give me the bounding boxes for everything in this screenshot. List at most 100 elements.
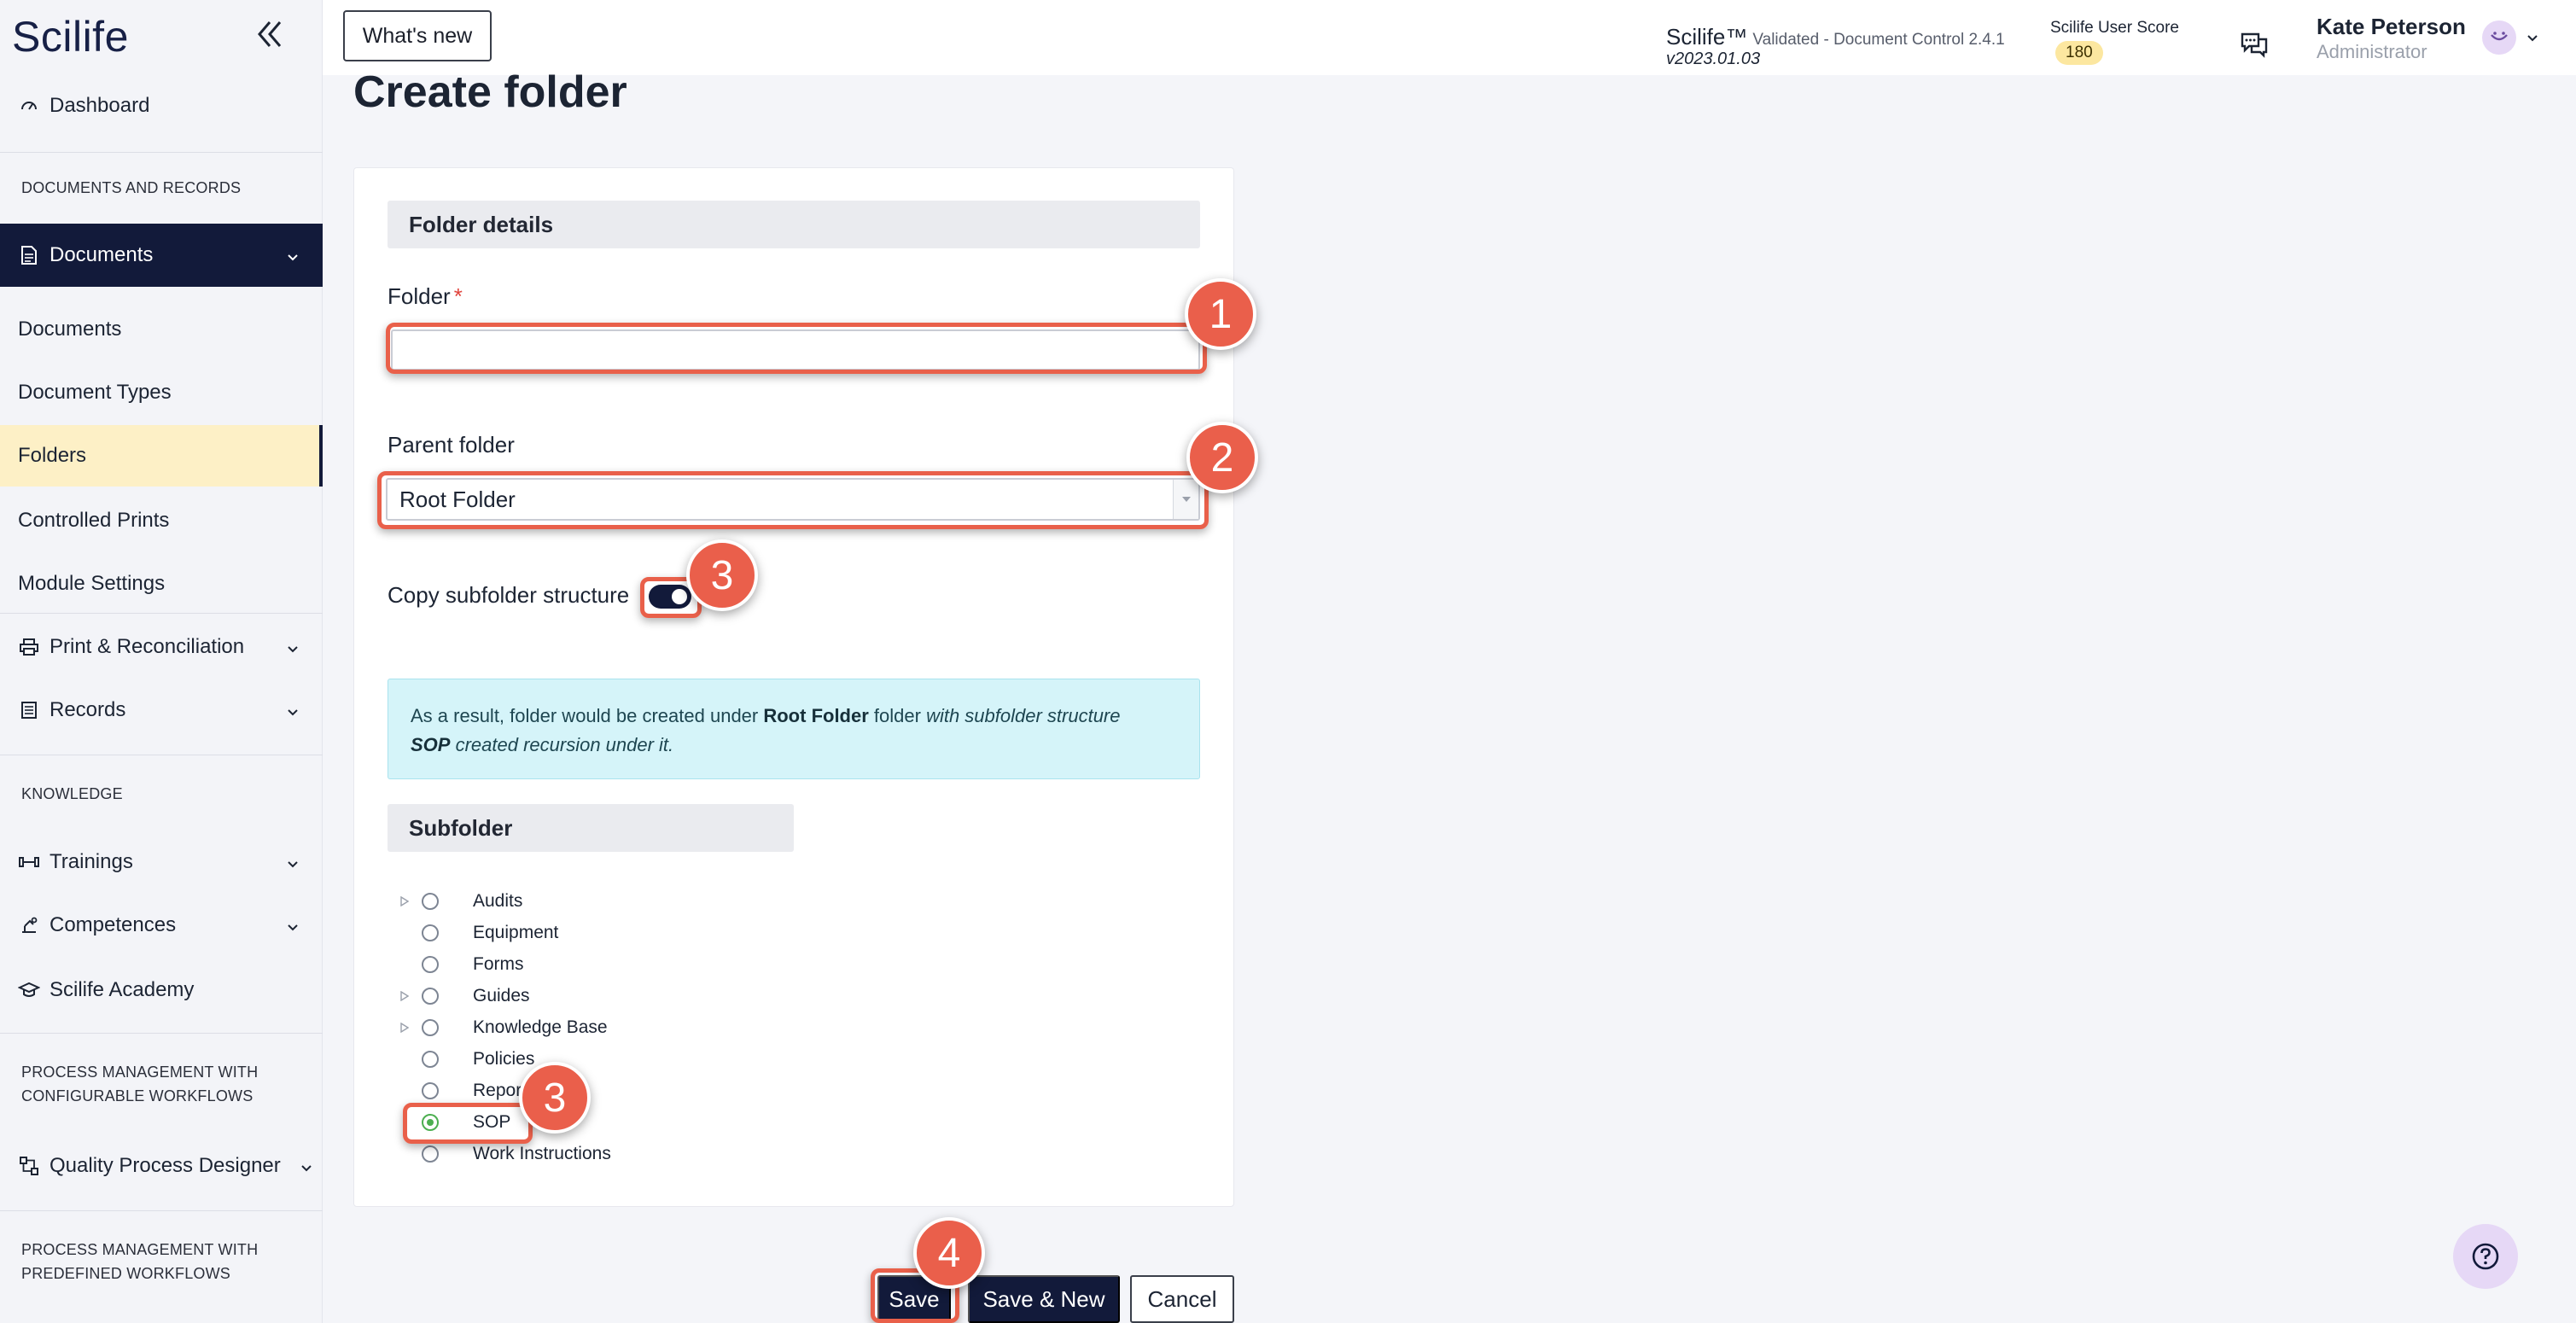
sidebar-divider [0,1210,323,1211]
sidebar-label: Competences [50,913,177,936]
section-line: PROCESS MANAGEMENT WITH [21,1064,259,1081]
competence-icon [17,913,41,937]
subfolder-item[interactable]: Knowledge Base [398,1015,608,1040]
user-role: Administrator [2317,41,2427,62]
result-info-box: As a result, folder would be created und… [388,679,1200,779]
user-name[interactable]: Kate Peterson [2317,14,2466,40]
folder-label: Folder * [388,283,463,310]
help-icon[interactable] [2453,1224,2518,1289]
gauge-icon [17,94,41,118]
sidebar-item-documents[interactable]: Documents [0,312,323,347]
sidebar-item-module-settings[interactable]: Module Settings [0,567,323,601]
subfolder-item[interactable]: Report [398,1078,527,1104]
subfolder-item[interactable]: Guides [398,983,530,1009]
sidebar-item-quality-process-designer[interactable]: Quality Process Designer [0,1149,323,1183]
subfolder-radio[interactable] [422,988,439,1005]
chevron-down-icon [285,854,300,870]
app-name: Scilife™ [1666,24,1748,50]
highlight-parent-folder [377,471,1209,529]
records-icon [17,698,41,722]
step-marker-1: 1 [1185,278,1256,350]
scilife-logo: Scilife [12,13,129,61]
step-marker-3-sop: 3 [519,1062,591,1134]
subfolder-item[interactable]: Work Instructions [398,1141,611,1167]
cancel-button[interactable]: Cancel [1130,1275,1234,1323]
subfolder-label: Forms [473,954,524,974]
chevron-down-icon [285,918,300,933]
sidebar-item-academy[interactable]: Scilife Academy [0,973,323,1007]
section-documents-and-records: DOCUMENTS AND RECORDS [21,179,242,196]
app-info: Scilife™ Validated - Document Control 2.4… [1666,24,2005,50]
folder-label-text: Folder [388,283,451,309]
subfolder-label: Work Instructions [473,1144,611,1163]
subfolder-item[interactable]: Policies [398,1046,534,1072]
subfolder-label: Equipment [473,923,559,942]
sidebar-divider [0,152,323,153]
user-score-badge: 180 [2055,41,2103,65]
sidebar-item-folders[interactable]: Folders [0,425,323,487]
highlight-sop [403,1103,533,1144]
chevron-down-icon [285,248,300,263]
info-text: created recursion under it. [450,734,674,755]
workflow-icon [17,1154,41,1178]
whats-new-button[interactable]: What's new [343,10,492,61]
section-line: PROCESS MANAGEMENT WITH [21,1241,259,1258]
subfolder-radio[interactable] [422,924,439,941]
subfolder-label: Knowledge Base [473,1017,608,1037]
subfolder-radio[interactable] [422,1051,439,1068]
expand-triangle-icon[interactable] [398,1021,411,1035]
subfolder-radio[interactable] [422,1082,439,1099]
subfolder-item[interactable]: Equipment [398,920,558,946]
collapse-sidebar-icon[interactable] [253,17,287,51]
chat-icon[interactable] [2238,29,2270,61]
section-pm-configurable: PROCESS MANAGEMENT WITH CONFIGURABLE WOR… [21,1060,258,1108]
sidebar-label: Documents [50,243,154,266]
section-knowledge: KNOWLEDGE [21,785,123,802]
save-and-new-button[interactable]: Save & New [968,1275,1120,1323]
graduation-cap-icon [17,978,41,1002]
info-subfolder: SOP [411,734,451,755]
section-pm-predefined: PROCESS MANAGEMENT WITH PREDEFINED WORKF… [21,1238,258,1285]
avatar[interactable] [2482,20,2516,55]
sidebar-label: Scilife Academy [50,978,195,1001]
sidebar-label: Print & Reconciliation [50,635,245,658]
user-score-label: Scilife User Score [2050,19,2179,37]
sidebar-item-competences[interactable]: Competences [0,908,323,942]
sidebar-label: Records [50,698,126,721]
sidebar-item-document-types[interactable]: Document Types [0,376,323,410]
expand-triangle-icon[interactable] [398,895,411,908]
subfolder-item[interactable]: Audits [398,889,522,914]
sidebar-item-print-reconciliation[interactable]: Print & Reconciliation [0,630,323,664]
subfolder-label: Audits [473,891,523,911]
sidebar-label: Documents [18,318,122,341]
sidebar-divider [0,613,323,614]
subfolder-radio[interactable] [422,1019,439,1036]
sidebar-item-controlled-prints[interactable]: Controlled Prints [0,504,323,538]
sidebar-item-documents-group[interactable]: Documents [0,224,323,287]
copy-subfolder-label: Copy subfolder structure [388,582,630,608]
highlight-folder-input [386,323,1207,374]
step-marker-3-toggle: 3 [686,539,758,611]
subfolder-radio[interactable] [422,956,439,973]
sidebar-item-trainings[interactable]: Trainings [0,845,323,879]
sidebar-divider [0,1033,323,1034]
app-module: Validated - Document Control 2.4.1 [1752,31,2005,49]
sidebar-item-records[interactable]: Records [0,693,323,727]
sidebar: Scilife Dashboard DOCUMENTS AND RECORDS … [0,0,323,1323]
chevron-down-icon [285,639,300,655]
subfolder-radio[interactable] [422,893,439,910]
info-text: As a result, folder would be created und… [411,705,764,726]
section-line: CONFIGURABLE WORKFLOWS [21,1087,254,1104]
chevron-down-icon[interactable] [2525,31,2540,46]
chevron-down-icon [299,1158,314,1174]
subfolder-radio[interactable] [422,1145,439,1163]
subfolder-item[interactable]: Forms [398,952,524,977]
required-mark: * [453,283,463,309]
sidebar-item-dashboard[interactable]: Dashboard [0,89,323,123]
sidebar-label: Document Types [18,381,172,404]
expand-triangle-icon[interactable] [398,989,411,1003]
